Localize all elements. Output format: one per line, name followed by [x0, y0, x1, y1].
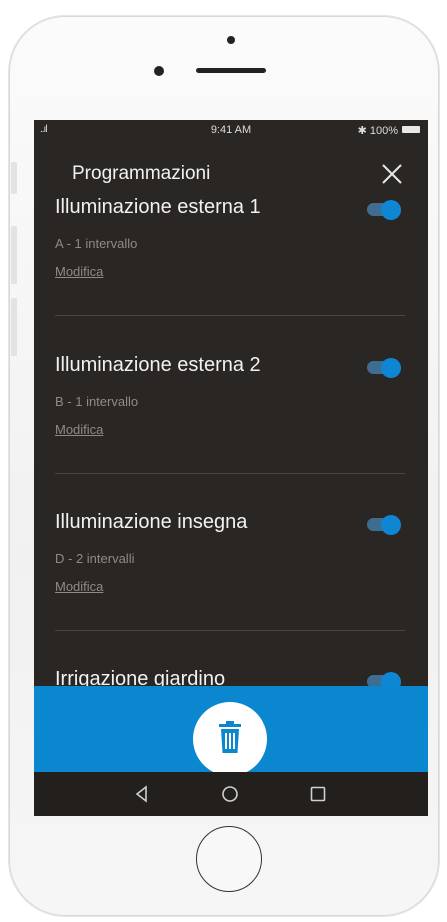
volume-down-button: [11, 298, 17, 356]
close-icon: [382, 164, 402, 184]
system-nav-bar: [34, 772, 428, 816]
mute-switch: [11, 162, 17, 194]
list-item: Illuminazione insegna D - 2 intervalli M…: [34, 507, 428, 665]
schedule-subtitle: D - 2 intervalli: [55, 551, 135, 566]
divider: [55, 315, 405, 316]
trash-icon: [219, 721, 241, 753]
schedule-toggle[interactable]: [367, 358, 401, 378]
volume-up-button: [11, 226, 17, 284]
toggle-knob: [381, 358, 401, 378]
list-item: Illuminazione esterna 2 B - 1 intervallo…: [34, 350, 428, 508]
back-triangle-icon: [135, 785, 147, 803]
close-button[interactable]: [378, 160, 406, 188]
front-camera: [154, 66, 164, 76]
status-bar: ..ıl 9:41 AM ✱ 100%: [34, 120, 428, 140]
home-button[interactable]: [220, 784, 240, 804]
action-bar: [34, 686, 428, 776]
app-screen: ..ıl 9:41 AM ✱ 100% Programmazioni Illum…: [34, 120, 428, 816]
header: Programmazioni: [34, 156, 428, 196]
back-button[interactable]: [132, 784, 152, 804]
toggle-knob: [381, 515, 401, 535]
edit-link[interactable]: Modifica: [55, 579, 103, 594]
list-item: Illuminazione esterna 1 A - 1 intervallo…: [34, 192, 428, 350]
schedule-subtitle: B - 1 intervallo: [55, 394, 139, 409]
earpiece-speaker: [196, 68, 266, 73]
battery-percentage: ✱ 100%: [357, 125, 398, 137]
edit-link[interactable]: Modifica: [55, 264, 103, 279]
schedule-toggle[interactable]: [367, 515, 401, 535]
schedule-name: Illuminazione esterna 1: [55, 196, 261, 218]
divider: [55, 630, 405, 631]
recents-square-icon: [310, 786, 326, 802]
recents-button[interactable]: [308, 784, 328, 804]
schedule-name: Illuminazione esterna 2: [55, 354, 261, 376]
front-sensor: [227, 36, 235, 44]
divider: [55, 473, 405, 474]
home-circle-icon: [222, 786, 238, 802]
schedule-name: Illuminazione insegna: [55, 511, 248, 533]
page-title: Programmazioni: [72, 163, 211, 184]
home-hardware-button[interactable]: [196, 826, 262, 892]
battery-icon: [402, 126, 420, 133]
schedule-subtitle: A - 1 intervallo: [55, 236, 138, 251]
edit-link[interactable]: Modifica: [55, 422, 103, 437]
schedule-toggle[interactable]: [367, 200, 401, 220]
toggle-knob: [381, 200, 401, 220]
delete-button[interactable]: [193, 702, 267, 776]
